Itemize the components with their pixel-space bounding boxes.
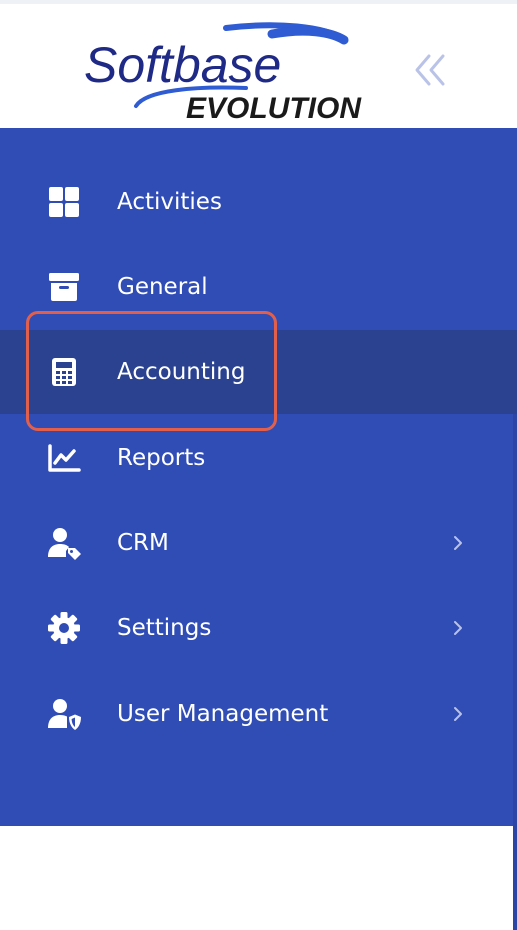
logo-evolution-text: EVOLUTION: [186, 92, 362, 124]
sidebar-item-label: User Management: [117, 701, 329, 727]
highlight-annotation: [26, 311, 277, 431]
sidebar-item-activities[interactable]: Activities: [0, 160, 517, 244]
chevron-right-icon: [450, 616, 466, 640]
sidebar-header: Softbase EVOLUTION: [0, 4, 517, 128]
archive-icon: [46, 269, 82, 305]
chevron-right-icon: [450, 531, 466, 555]
user-tag-icon: [46, 525, 82, 561]
sidebar-item-label: Settings: [117, 615, 212, 641]
chart-line-icon: [46, 440, 82, 476]
gear-icon: [46, 610, 82, 646]
sidebar-item-user-management[interactable]: User Management: [0, 672, 517, 756]
sidebar-nav: Activities General Accounting Reports CR…: [0, 128, 517, 930]
grid-icon: [46, 184, 82, 220]
sidebar-item-label: Activities: [117, 189, 222, 215]
sidebar-item-settings[interactable]: Settings: [0, 586, 517, 670]
sidebar-item-crm[interactable]: CRM: [0, 501, 517, 585]
collapse-sidebar-button[interactable]: [405, 48, 455, 92]
softbase-evolution-logo[interactable]: Softbase EVOLUTION: [76, 20, 376, 124]
sidebar-item-label: CRM: [117, 530, 169, 556]
chevron-right-icon: [450, 702, 466, 726]
logo-softbase-text: Softbase: [84, 37, 281, 93]
sidebar-item-label: Reports: [117, 445, 206, 471]
double-chevron-left-icon: [415, 54, 445, 86]
user-shield-icon: [46, 696, 82, 732]
sidebar-item-label: General: [117, 274, 208, 300]
